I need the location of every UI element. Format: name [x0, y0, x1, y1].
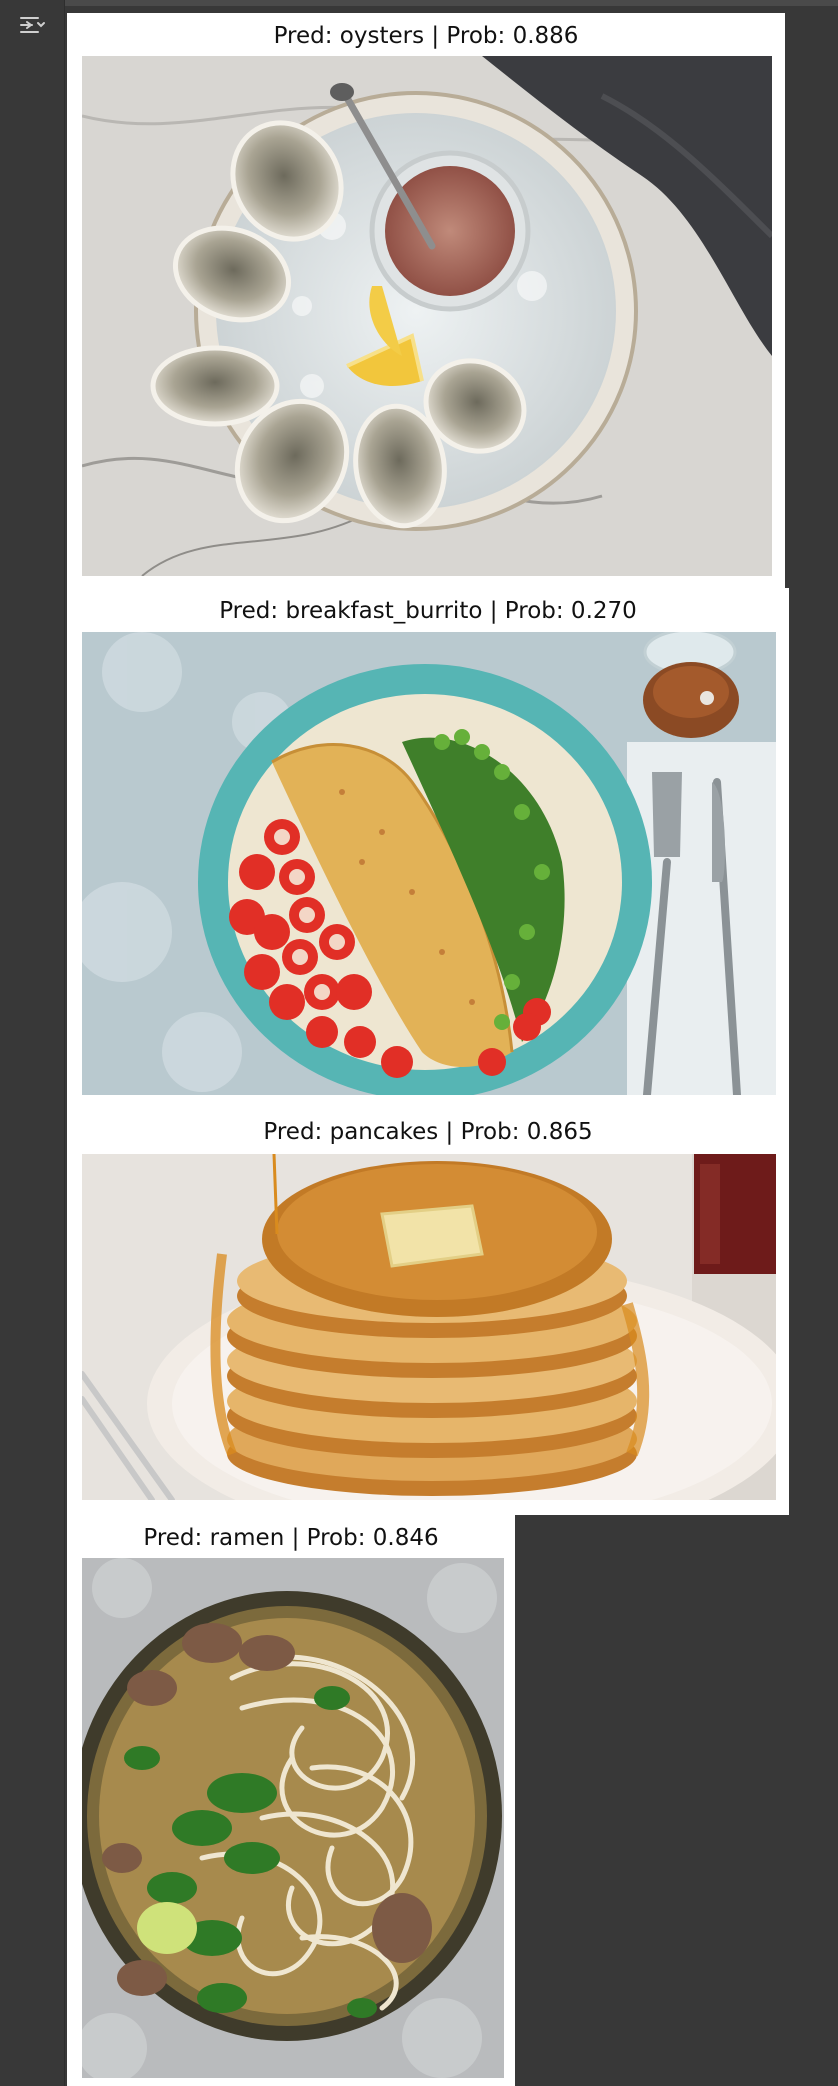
collapse-output-icon [20, 17, 45, 33]
oysters-image [82, 56, 772, 576]
output-top-border [0, 0, 838, 6]
pancakes-image [82, 1154, 776, 1500]
figure-title: Pred: pancakes | Prob: 0.865 [263, 1119, 593, 1145]
figure-title: Pred: ramen | Prob: 0.846 [143, 1525, 439, 1551]
output-gutter [0, 0, 65, 2086]
figure-oysters: Pred: oysters | Prob: 0.886 [67, 13, 785, 588]
figure-title: Pred: breakfast_burrito | Prob: 0.270 [219, 598, 637, 624]
figure-title: Pred: oysters | Prob: 0.886 [273, 23, 579, 49]
figure-ramen: Pred: ramen | Prob: 0.846 [67, 1515, 515, 2086]
noodle-soup-image [82, 1558, 504, 2078]
collapse-output-button[interactable] [16, 10, 48, 40]
figure-breakfast-burrito: Pred: breakfast_burrito | Prob: 0.270 [67, 588, 789, 1109]
figure-pancakes: Pred: pancakes | Prob: 0.865 [67, 1109, 789, 1515]
omelette-image [82, 632, 776, 1095]
